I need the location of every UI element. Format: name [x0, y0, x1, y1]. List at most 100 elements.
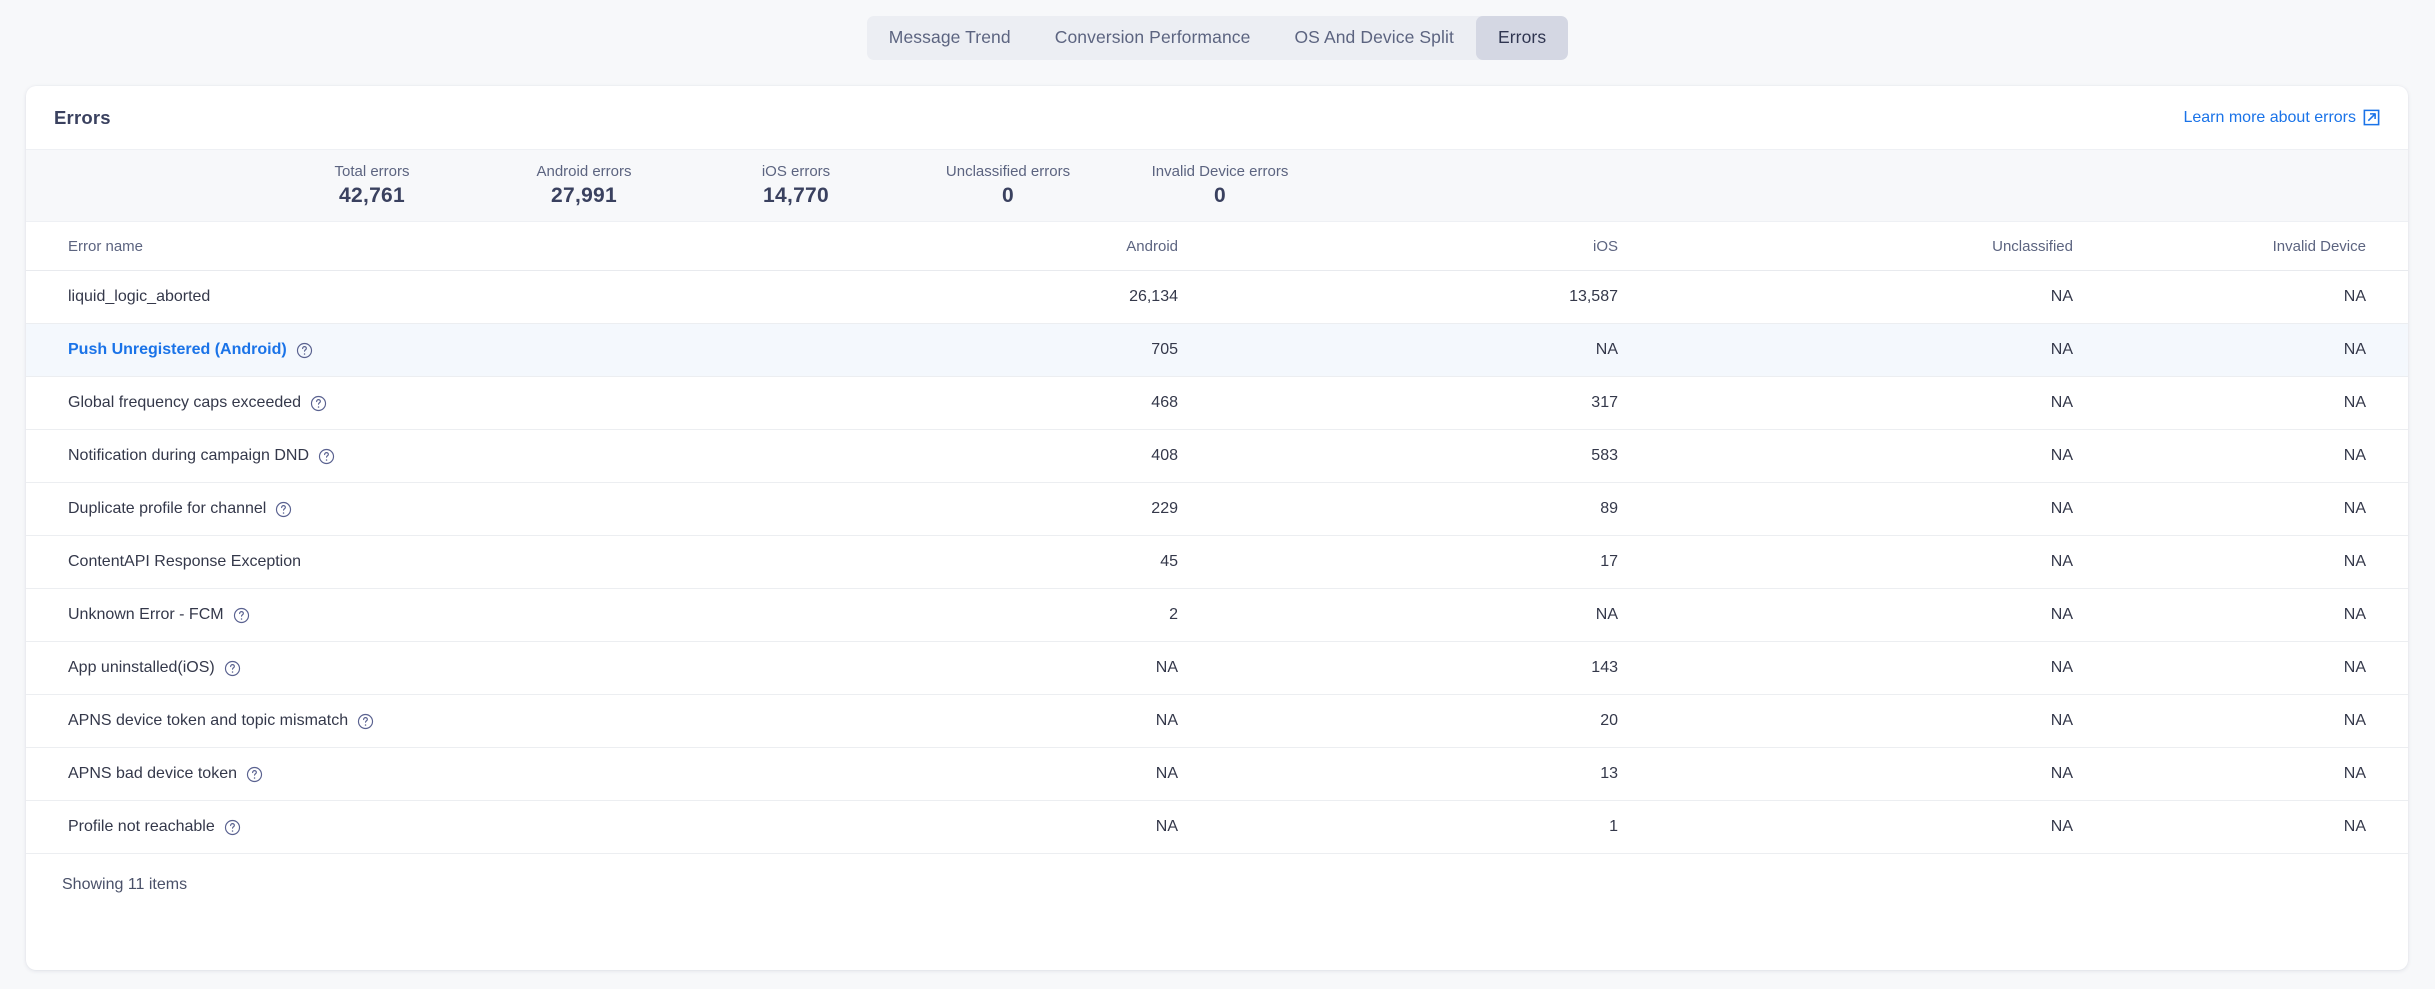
- page-title: Errors: [54, 106, 111, 128]
- external-link-icon: [2363, 109, 2380, 126]
- error-name-wrapper: Notification during campaign DND: [68, 447, 786, 465]
- cell-invalid-device: NA: [2101, 641, 2408, 695]
- help-circle-icon[interactable]: [246, 766, 263, 783]
- errors-analytics-page: Message Trend Conversion Performance OS An…: [0, 0, 2435, 989]
- stat-value: 42,761: [338, 184, 406, 207]
- errors-table: Error name Android iOS Unclassified Inva…: [26, 222, 2408, 854]
- stat-label: Invalid Device errors: [1151, 163, 1289, 180]
- error-name-wrapper: Unknown Error - FCM: [68, 606, 786, 624]
- error-name-wrapper: APNS device token and topic mismatch: [68, 712, 786, 730]
- help-circle-icon[interactable]: [275, 501, 292, 518]
- errors-card: Errors Learn more about errors Total err…: [26, 86, 2408, 970]
- cell-android: NA: [786, 641, 1206, 695]
- column-header-unclassified[interactable]: Unclassified: [1646, 222, 2101, 271]
- table-row[interactable]: Push Unregistered (Android) 705 NA NA NA: [26, 323, 2408, 377]
- error-name-wrapper: ContentAPI Response Exception: [68, 553, 786, 571]
- cell-ios: 317: [1206, 376, 1646, 430]
- error-name-text: ContentAPI Response Exception: [68, 553, 302, 570]
- table-row[interactable]: Notification during campaign DND 408 583 NA…: [26, 429, 2408, 483]
- error-name-text: APNS device token and topic mismatch: [68, 712, 349, 729]
- cell-error-name: Profile not reachable: [26, 800, 786, 854]
- table-row[interactable]: ContentAPI Response Exception 45 17 NA NA: [26, 535, 2408, 589]
- cell-unclassified: NA: [1646, 800, 2101, 854]
- stat-label: iOS errors: [761, 163, 831, 180]
- cell-android: NA: [786, 747, 1206, 801]
- cell-android: NA: [786, 694, 1206, 748]
- error-name-wrapper: Global frequency caps exceeded: [68, 394, 786, 412]
- tab-message-trend[interactable]: Message Trend: [867, 16, 1033, 60]
- cell-error-name: App uninstalled(iOS): [26, 641, 786, 695]
- tab-errors[interactable]: Errors: [1475, 15, 1569, 60]
- cell-ios: 89: [1206, 482, 1646, 536]
- stat-android-errors: Android errors 27,991: [478, 163, 690, 208]
- error-name-wrapper: Profile not reachable: [68, 818, 786, 836]
- cell-error-name: Duplicate profile for channel: [26, 482, 786, 536]
- cell-error-name: liquid_logic_aborted: [26, 270, 786, 324]
- cell-ios: 20: [1206, 694, 1646, 748]
- cell-android: 26,134: [786, 270, 1206, 324]
- stat-label: Android errors: [536, 163, 632, 180]
- cell-ios: 17: [1206, 535, 1646, 589]
- help-circle-icon[interactable]: [318, 448, 335, 465]
- cell-error-name: APNS device token and topic mismatch: [26, 694, 786, 748]
- stat-value: 0: [1002, 184, 1014, 207]
- cell-unclassified: NA: [1646, 588, 2101, 642]
- help-circle-icon[interactable]: [296, 342, 313, 359]
- tab-label: Conversion Performance: [1054, 27, 1251, 47]
- column-header-invalid-device[interactable]: Invalid Device: [2101, 222, 2408, 271]
- help-circle-icon[interactable]: [233, 607, 250, 624]
- cell-unclassified: NA: [1646, 429, 2101, 483]
- help-circle-icon[interactable]: [357, 713, 374, 730]
- tab-label: Errors: [1497, 27, 1547, 47]
- cell-error-name: ContentAPI Response Exception: [26, 535, 786, 589]
- error-name-text: Notification during campaign DND: [68, 447, 309, 464]
- stat-unclassified-errors: Unclassified errors 0: [902, 163, 1114, 208]
- error-name-text: liquid_logic_aborted: [68, 288, 211, 305]
- cell-invalid-device: NA: [2101, 694, 2408, 748]
- cell-ios: 13,587: [1206, 270, 1646, 324]
- tab-conversion-performance[interactable]: Conversion Performance: [1033, 16, 1273, 60]
- help-circle-icon[interactable]: [224, 660, 241, 677]
- column-header-error-name[interactable]: Error name: [26, 222, 786, 271]
- help-circle-icon[interactable]: [224, 819, 241, 836]
- column-header-android[interactable]: Android: [786, 222, 1206, 271]
- error-name-text: APNS bad device token: [68, 765, 237, 782]
- table-row[interactable]: APNS device token and topic mismatch NA 20…: [26, 694, 2408, 748]
- error-name-wrapper: Duplicate profile for channel: [68, 500, 786, 518]
- stat-label: Unclassified errors: [945, 163, 1071, 180]
- tab-bar-container: Message Trend Conversion Performance OS An…: [0, 0, 2435, 75]
- learn-more-label: Learn more about errors: [2183, 108, 2356, 126]
- tab-os-and-device-split[interactable]: OS And Device Split: [1272, 16, 1475, 60]
- stat-value: 27,991: [550, 184, 618, 207]
- stat-invalid-device-errors: Invalid Device errors 0: [1114, 163, 1326, 208]
- error-name-text: Duplicate profile for channel: [68, 500, 267, 517]
- stat-total-errors: Total errors 42,761: [266, 163, 478, 208]
- stat-value: 14,770: [762, 184, 830, 207]
- table-row[interactable]: Profile not reachable NA 1 NA NA: [26, 800, 2408, 854]
- cell-unclassified: NA: [1646, 535, 2101, 589]
- cell-unclassified: NA: [1646, 376, 2101, 430]
- help-circle-icon[interactable]: [310, 395, 327, 412]
- column-header-ios[interactable]: iOS: [1206, 222, 1646, 271]
- table-row[interactable]: Global frequency caps exceeded 468 317 NA NA: [26, 376, 2408, 430]
- cell-ios: NA: [1206, 588, 1646, 642]
- stat-label: Total errors: [334, 163, 410, 180]
- table-header: Error name Android iOS Unclassified Inva…: [26, 222, 2408, 271]
- cell-android: 705: [786, 323, 1206, 377]
- table-row[interactable]: App uninstalled(iOS) NA 143 NA NA: [26, 641, 2408, 695]
- cell-invalid-device: NA: [2101, 800, 2408, 854]
- cell-ios: 13: [1206, 747, 1646, 801]
- showing-items-count: Showing 11 items: [62, 876, 188, 893]
- error-name-text: Profile not reachable: [68, 818, 215, 835]
- table-row[interactable]: Duplicate profile for channel 229 89 NA NA: [26, 482, 2408, 536]
- error-name-link[interactable]: Push Unregistered (Android): [68, 341, 287, 359]
- cell-unclassified: NA: [1646, 694, 2101, 748]
- table-row[interactable]: APNS bad device token NA 13 NA NA: [26, 747, 2408, 801]
- cell-error-name: APNS bad device token: [26, 747, 786, 801]
- cell-ios: 143: [1206, 641, 1646, 695]
- table-row[interactable]: Unknown Error - FCM 2 NA NA NA: [26, 588, 2408, 642]
- table-row[interactable]: liquid_logic_aborted 26,134 13,587 NA NA: [26, 270, 2408, 324]
- cell-invalid-device: NA: [2101, 270, 2408, 324]
- learn-more-about-errors-link[interactable]: Learn more about errors: [2183, 109, 2380, 127]
- tab-label: Message Trend: [888, 27, 1011, 47]
